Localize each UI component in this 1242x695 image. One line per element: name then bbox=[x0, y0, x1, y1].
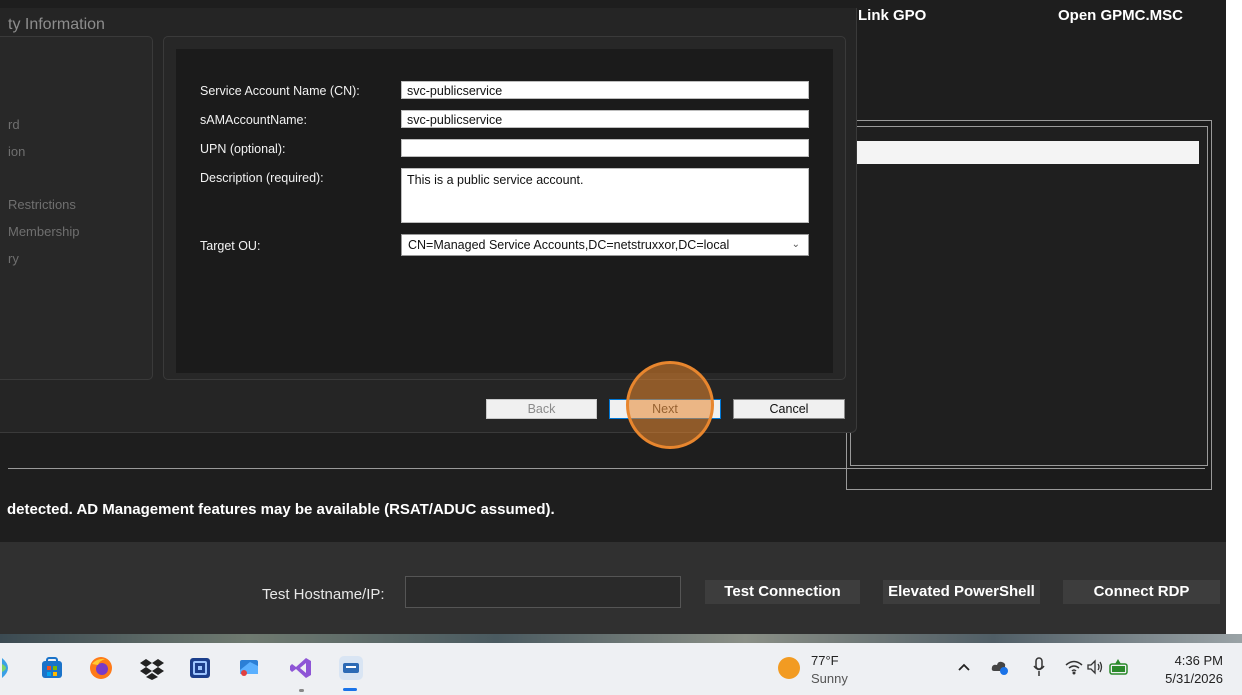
status-text: detected. AD Management features may be … bbox=[7, 501, 555, 518]
test-connection-button[interactable]: Test Connection bbox=[705, 580, 860, 604]
wifi-icon[interactable] bbox=[1064, 658, 1084, 676]
gpo-list[interactable] bbox=[850, 126, 1208, 466]
next-button[interactable]: Next bbox=[609, 399, 721, 419]
active-app-indicator bbox=[343, 688, 357, 691]
results-panel bbox=[8, 430, 1205, 469]
clock-date[interactable]: 5/31/2026 bbox=[1155, 671, 1223, 686]
cloud-sync-icon[interactable] bbox=[990, 657, 1010, 677]
test-hostname-input[interactable] bbox=[405, 576, 681, 608]
step-item[interactable]: ion bbox=[8, 144, 25, 159]
clock-time[interactable]: 4:36 PM bbox=[1163, 653, 1223, 668]
upn-label: UPN (optional): bbox=[200, 142, 286, 156]
cancel-button[interactable]: Cancel bbox=[733, 399, 845, 419]
copilot-icon[interactable] bbox=[2, 656, 18, 680]
microphone-icon[interactable] bbox=[1032, 656, 1046, 678]
service-account-name-input[interactable]: svc-publicservice bbox=[401, 81, 809, 99]
gpo-list-row[interactable] bbox=[856, 141, 1199, 164]
chevron-up-icon[interactable] bbox=[957, 662, 971, 672]
visual-studio-icon[interactable] bbox=[289, 656, 313, 680]
open-gpmc-button[interactable]: Open GPMC.MSC bbox=[1058, 7, 1183, 24]
volume-icon[interactable] bbox=[1086, 658, 1104, 676]
firefox-icon[interactable] bbox=[89, 656, 113, 680]
microsoft-store-icon[interactable] bbox=[40, 656, 64, 680]
target-ou-label: Target OU: bbox=[200, 239, 261, 253]
link-gpo-button[interactable]: Link GPO bbox=[858, 7, 926, 24]
app-icon[interactable] bbox=[338, 655, 364, 681]
running-indicator bbox=[299, 689, 304, 692]
window-edge bbox=[1226, 8, 1242, 634]
back-button[interactable]: Back bbox=[486, 399, 597, 419]
remote-desktop-icon[interactable] bbox=[236, 656, 262, 680]
desktop-wallpaper-strip bbox=[0, 634, 1242, 643]
connect-rdp-button[interactable]: Connect RDP bbox=[1063, 580, 1220, 604]
battery-icon[interactable] bbox=[1108, 657, 1130, 677]
dropbox-icon[interactable] bbox=[139, 656, 165, 680]
weather-description[interactable]: Sunny bbox=[811, 671, 848, 686]
target-ou-select[interactable]: CN=Managed Service Accounts,DC=netstruxx… bbox=[401, 234, 809, 256]
target-ou-value: CN=Managed Service Accounts,DC=netstruxx… bbox=[408, 238, 730, 252]
dialog-title: ty Information bbox=[8, 16, 105, 33]
weather-temperature[interactable]: 77°F bbox=[811, 653, 839, 668]
upn-input[interactable] bbox=[401, 139, 809, 157]
sam-account-name-input[interactable]: svc-publicservice bbox=[401, 110, 809, 128]
chevron-down-icon: ⌄ bbox=[791, 239, 800, 250]
description-input[interactable]: This is a public service account. bbox=[401, 168, 809, 223]
elevated-powershell-button[interactable]: Elevated PowerShell bbox=[883, 580, 1040, 604]
sun-icon[interactable] bbox=[778, 657, 800, 679]
sam-account-name-label: sAMAccountName: bbox=[200, 113, 307, 127]
step-item[interactable]: rd bbox=[8, 117, 20, 132]
step-item[interactable]: Membership bbox=[8, 224, 80, 239]
step-item[interactable]: Restrictions bbox=[8, 197, 76, 212]
step-item[interactable]: ry bbox=[8, 251, 19, 266]
taskbar bbox=[0, 643, 1242, 695]
description-label: Description (required): bbox=[200, 171, 324, 185]
service-account-name-label: Service Account Name (CN): bbox=[200, 84, 360, 98]
terminal-icon[interactable] bbox=[188, 656, 212, 680]
test-hostname-label: Test Hostname/IP: bbox=[262, 586, 385, 603]
